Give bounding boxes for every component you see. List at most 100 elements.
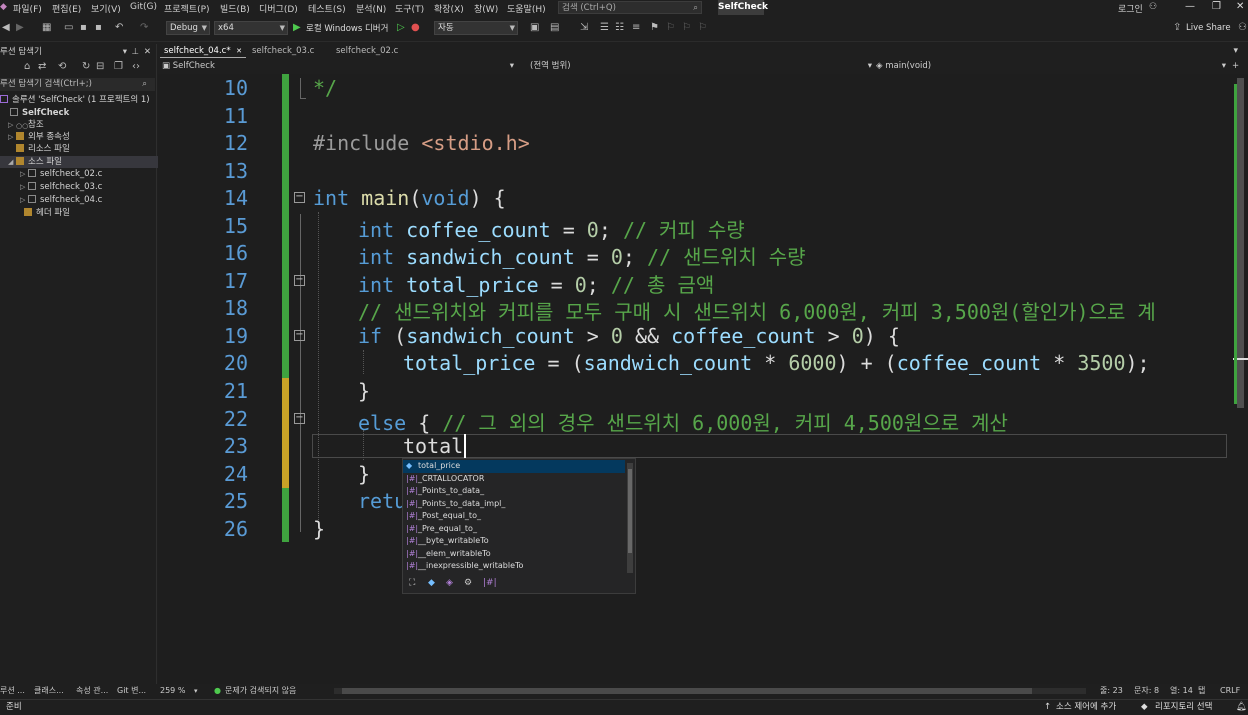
tab-git-changes[interactable]: Git 변... bbox=[117, 684, 146, 698]
completion-item[interactable]: |#|_Points_to_data_ bbox=[403, 485, 625, 498]
forward-icon[interactable]: ▶ bbox=[16, 22, 24, 33]
browse-icon[interactable]: ▣ bbox=[530, 22, 539, 33]
account-icon[interactable]: ⚇ bbox=[1149, 2, 1157, 12]
fold-toggle[interactable]: − bbox=[294, 192, 305, 203]
fold-toggle[interactable]: − bbox=[294, 330, 305, 341]
restore-icon[interactable]: ❐ bbox=[1212, 1, 1221, 12]
tree-project[interactable]: SelfCheck bbox=[0, 107, 165, 119]
close-icon[interactable]: ✕ bbox=[236, 44, 242, 58]
tab-selfcheck-04[interactable]: selfcheck_04.c* ✕ bbox=[160, 44, 246, 58]
switch-views-icon[interactable]: ⇄ bbox=[38, 61, 46, 72]
uncomment-icon[interactable]: ☷ bbox=[615, 22, 624, 33]
redo-icon[interactable]: ↷ bbox=[140, 22, 148, 33]
next-bookmark-icon[interactable]: ⚐ bbox=[682, 22, 691, 33]
notification-icon[interactable]: 🔔︎ bbox=[1236, 700, 1247, 715]
menu-extensions[interactable]: 확장(X) bbox=[434, 2, 464, 15]
pin-icon[interactable]: ⊥ bbox=[132, 46, 139, 58]
minimize-icon[interactable]: — bbox=[1185, 1, 1195, 12]
completion-item[interactable]: |#|__inexpressible_writableTo bbox=[403, 560, 625, 573]
collapse-all-icon[interactable]: ⊟ bbox=[96, 61, 104, 72]
live-share-button[interactable]: Live Share bbox=[1186, 23, 1231, 33]
select-repository[interactable]: 리포지토리 선택 bbox=[1155, 700, 1212, 715]
menu-build[interactable]: 빌드(B) bbox=[220, 2, 250, 15]
menu-analyze[interactable]: 분석(N) bbox=[356, 2, 386, 15]
code-editor[interactable]: 10 11 12 13 14 15 16 17 18 19 20 21 22 2… bbox=[158, 74, 1233, 684]
history-icon[interactable]: ⟲ bbox=[58, 61, 66, 72]
chevron-down-icon[interactable]: ▾ bbox=[194, 684, 198, 698]
tab-property-manager[interactable]: 속성 관... bbox=[76, 684, 108, 698]
filter-all-icon[interactable]: ⛶ bbox=[409, 578, 415, 588]
tree-file-04[interactable]: ▷ selfcheck_04.c bbox=[0, 194, 175, 206]
hscroll-thumb[interactable] bbox=[342, 688, 1032, 694]
popup-scroll-thumb[interactable] bbox=[628, 469, 632, 553]
auto-select[interactable]: 자동 ▼ bbox=[434, 21, 518, 35]
line-indicator[interactable]: 줄: 23 bbox=[1100, 684, 1123, 698]
menu-test[interactable]: 테스트(S) bbox=[308, 2, 346, 15]
sync-icon[interactable]: ↻ bbox=[82, 61, 90, 72]
menu-tools[interactable]: 도구(T) bbox=[395, 2, 424, 15]
user-icon[interactable]: ⚇ bbox=[1238, 22, 1247, 33]
tree-file-03[interactable]: ▷ selfcheck_03.c bbox=[0, 181, 175, 193]
menu-file[interactable]: 파일(F) bbox=[13, 2, 42, 15]
comment-icon[interactable]: ☰ bbox=[600, 22, 609, 33]
start-debug-icon[interactable]: ▶ bbox=[293, 22, 301, 33]
menu-window[interactable]: 창(W) bbox=[474, 2, 498, 15]
show-all-icon[interactable]: ❐ bbox=[114, 61, 123, 72]
home-icon[interactable]: ⌂ bbox=[24, 61, 30, 72]
menu-debug[interactable]: 디버그(D) bbox=[259, 2, 298, 15]
scope-nav-select[interactable]: (전역 범위) ▾ bbox=[530, 60, 872, 72]
completion-item[interactable]: |#|_Pre_equal_to_ bbox=[403, 523, 625, 536]
column-indicator[interactable]: 열: 14 bbox=[1170, 684, 1193, 698]
platform-select[interactable]: x64 ▼ bbox=[214, 21, 288, 35]
menu-view[interactable]: 보기(V) bbox=[91, 2, 121, 15]
back-icon[interactable]: ◀ bbox=[2, 22, 10, 33]
completion-item[interactable]: ◆ total_price bbox=[403, 460, 625, 473]
tab-selfcheck-03[interactable]: selfcheck_03.c bbox=[248, 44, 330, 58]
run-target-label[interactable]: 로컬 Windows 디버거 bbox=[306, 22, 388, 34]
editor-vscrollbar[interactable] bbox=[1233, 74, 1248, 684]
intellisense-popup[interactable]: ◆ total_price |#|_CRTALLOCATOR |#|_Points… bbox=[402, 458, 636, 594]
filter-functions-icon[interactable]: ⚙ bbox=[464, 578, 472, 588]
dropdown-icon[interactable]: ▾ bbox=[123, 46, 127, 58]
completion-item[interactable]: |#|_CRTALLOCATOR bbox=[403, 473, 625, 486]
tree-source-files[interactable]: ◢ 소스 파일 bbox=[0, 156, 163, 168]
char-indicator[interactable]: 문자: 8 bbox=[1134, 684, 1159, 698]
menu-project[interactable]: 프로젝트(P) bbox=[164, 2, 210, 15]
start-without-debug-icon[interactable]: ▷ bbox=[397, 22, 405, 33]
tree-external-deps[interactable]: ▷ 외부 종속성 bbox=[0, 131, 163, 143]
completion-item[interactable]: |#|__elem_writableTo bbox=[403, 548, 625, 561]
tree-solution[interactable]: 솔루션 'SelfCheck' (1 프로젝트의 1) bbox=[0, 94, 155, 106]
layout-icon[interactable]: ▤ bbox=[550, 22, 559, 33]
code-icon[interactable]: ‹› bbox=[132, 61, 140, 72]
fold-toggle[interactable]: − bbox=[294, 275, 305, 286]
undo-icon[interactable]: ↶ bbox=[115, 22, 123, 33]
completion-item[interactable]: |#|__byte_writableTo bbox=[403, 535, 625, 548]
tree-file-02[interactable]: ▷ selfcheck_02.c bbox=[0, 168, 175, 180]
bookmark-icon[interactable]: ⚑ bbox=[650, 22, 659, 33]
configuration-select[interactable]: Debug ▼ bbox=[166, 21, 210, 35]
tab-class-view[interactable]: 클래스... bbox=[34, 684, 64, 698]
filter-types-icon[interactable]: ◈ bbox=[446, 578, 453, 588]
step-icon[interactable]: ⇲ bbox=[580, 22, 588, 33]
completion-item[interactable]: |#|_Points_to_data_impl_ bbox=[403, 498, 625, 511]
project-nav-select[interactable]: ▣ SelfCheck ▾ bbox=[162, 60, 514, 72]
filter-variables-icon[interactable]: ◆ bbox=[428, 578, 435, 588]
vs-logo-icon[interactable]: ◆ bbox=[0, 2, 7, 12]
zoom-level[interactable]: 259 % bbox=[160, 684, 185, 698]
save-all-icon[interactable]: ▪ bbox=[95, 22, 102, 33]
prev-bookmark-icon[interactable]: ⚐ bbox=[666, 22, 675, 33]
explorer-search-input[interactable]: 루션 탐색기 검색(Ctrl+;) ⌕ bbox=[0, 78, 155, 91]
indent-mode[interactable]: 탭 bbox=[1198, 684, 1205, 698]
filter-macros-icon[interactable]: |#| bbox=[483, 578, 497, 588]
breakpoint-icon[interactable]: ● bbox=[411, 22, 420, 33]
menu-help[interactable]: 도움말(H) bbox=[507, 2, 546, 15]
share-icon[interactable]: ⇪ bbox=[1173, 22, 1181, 33]
tab-selfcheck-02[interactable]: selfcheck_02.c bbox=[332, 44, 414, 58]
clear-bookmark-icon[interactable]: ⚐ bbox=[698, 22, 707, 33]
tab-solution-explorer[interactable]: 루션 ... bbox=[0, 684, 25, 698]
tree-references[interactable]: ▷ ○○참조 bbox=[0, 119, 163, 131]
tab-list-icon[interactable]: ▾ bbox=[1233, 46, 1238, 56]
editor-hscrollbar[interactable] bbox=[334, 688, 1086, 694]
fold-toggle[interactable]: − bbox=[294, 413, 305, 424]
split-editor-icon[interactable]: + bbox=[1232, 60, 1239, 72]
